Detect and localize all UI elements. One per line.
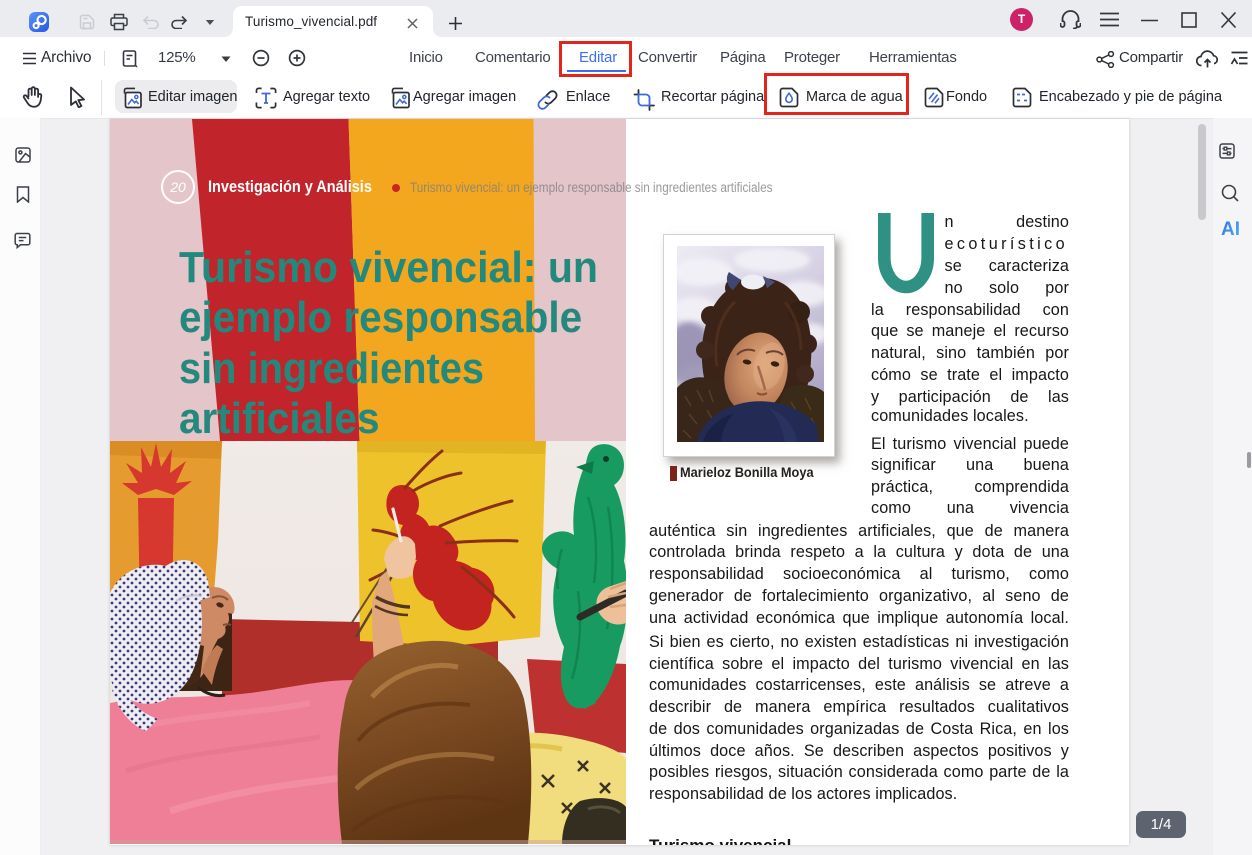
svg-text:AI: AI [1221,219,1240,238]
